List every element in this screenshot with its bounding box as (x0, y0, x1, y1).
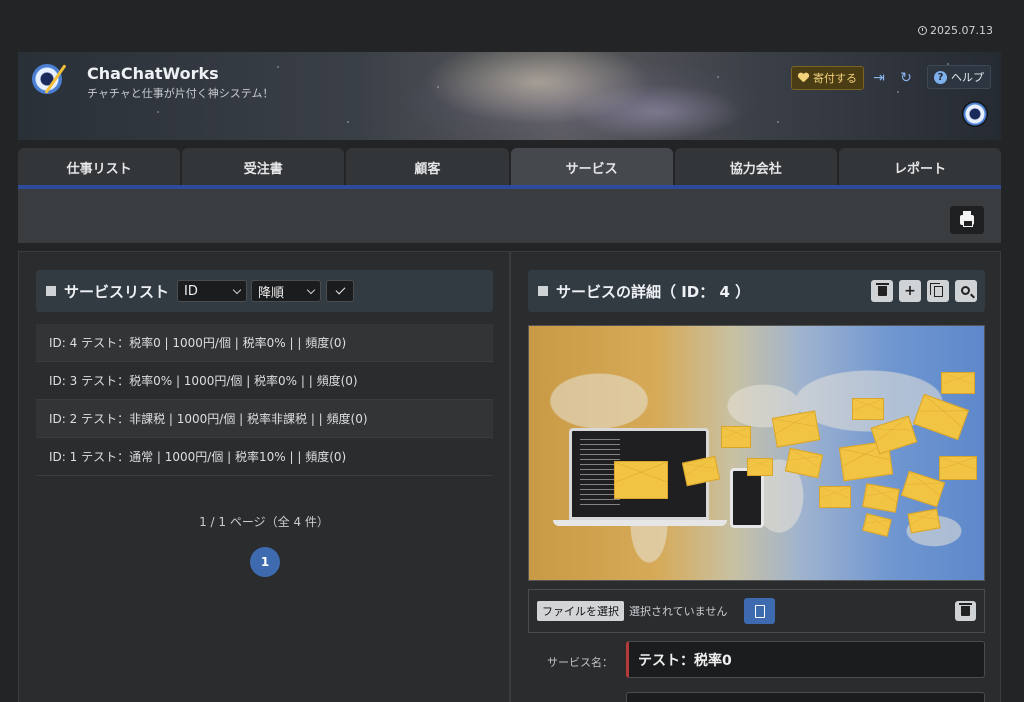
phone-graphic (730, 468, 764, 528)
tab-services[interactable]: サービス (510, 148, 673, 186)
service-list-header: サービスリスト ID 降順 (36, 270, 493, 312)
service-detail-title: サービスの詳細（ ID： 4 ） (556, 282, 751, 301)
date-text: 2025.07.13 (930, 24, 993, 37)
envelope-icon (614, 461, 668, 499)
envelope-icon (941, 372, 975, 394)
list-item[interactable]: ID: 4 テスト：税率0 | 1000円/個 | 税率0% | | 頻度(0) (36, 324, 493, 362)
clock-icon (918, 26, 928, 35)
list-item[interactable]: ID: 3 テスト：税率0% | 1000円/個 | 税率0% | | 頻度(0… (36, 362, 493, 400)
service-list: ID: 4 テスト：税率0 | 1000円/個 | 税率0% | | 頻度(0)… (36, 324, 493, 476)
donate-label: 寄付する (813, 72, 857, 85)
laptop-base-graphic (553, 520, 727, 526)
remove-file-button[interactable] (955, 601, 976, 621)
next-field-input[interactable] (626, 692, 985, 702)
search-button[interactable] (955, 280, 977, 302)
plus-icon: + (904, 283, 916, 299)
main-tabs: 仕事リスト 受注書 顧客 サービス 協力会社 レポート (18, 148, 1002, 186)
sort-field-value: ID (184, 283, 198, 299)
tab-job-list[interactable]: 仕事リスト (18, 148, 181, 186)
tab-partners[interactable]: 協力会社 (674, 148, 837, 186)
question-icon: ? (934, 70, 947, 84)
header-banner: ChaChatWorks チャチャと仕事が片付く神システム！ 寄付する ⇥ ↻ … (18, 52, 1001, 140)
copy-icon (929, 282, 943, 297)
print-button[interactable] (950, 206, 984, 234)
tab-order-form[interactable]: 受注書 (182, 148, 345, 186)
list-item[interactable]: ID: 1 テスト：通常 | 1000円/個 | 税率10% | | 頻度(0) (36, 438, 493, 476)
service-list-title: サービスリスト (64, 282, 170, 301)
square-icon (46, 286, 56, 296)
date-display: 2025.07.13 (918, 24, 993, 37)
donate-button[interactable]: 寄付する (791, 66, 864, 90)
tab-reports[interactable]: レポート (838, 148, 1002, 186)
upload-document-button[interactable] (744, 598, 775, 624)
add-button[interactable]: + (899, 280, 921, 302)
file-upload-bar: ファイルを選択 選択されていません (528, 589, 985, 633)
trash-icon (875, 283, 889, 296)
logout-icon[interactable]: ⇥ (869, 68, 889, 88)
delete-button[interactable] (871, 280, 893, 302)
refresh-icon[interactable]: ↻ (896, 68, 916, 88)
envelope-icon (721, 426, 751, 448)
envelope-icon (852, 398, 884, 420)
service-name-label: サービス名： (547, 656, 613, 669)
help-label: ヘルプ (951, 71, 984, 84)
envelope-icon (819, 486, 851, 508)
app-logo-icon[interactable] (32, 64, 62, 94)
duplicate-button[interactable] (927, 280, 949, 302)
search-icon (960, 285, 970, 295)
apply-sort-button[interactable] (326, 280, 355, 302)
page-button[interactable]: 1 (250, 547, 280, 577)
heart-icon (798, 73, 809, 83)
app-title: ChaChatWorks (87, 64, 219, 83)
trash-icon (959, 603, 972, 616)
service-detail-panel: サービスの詳細（ ID： 4 ） + ファイルを選択 選択されていません サービ… (510, 251, 1001, 702)
sort-order-value: 降順 (258, 285, 285, 301)
file-status: 選択されていません (629, 605, 728, 618)
sort-field-select[interactable]: ID (177, 280, 248, 302)
tab-customers[interactable]: 顧客 (346, 148, 509, 186)
chevron-down-icon (306, 285, 316, 294)
chevron-down-icon (232, 285, 242, 294)
service-image (528, 325, 985, 581)
choose-file-button[interactable]: ファイルを選択 (537, 601, 624, 621)
service-list-panel: サービスリスト ID 降順 ID: 4 テスト：税率0 | 1000円/個 | … (18, 251, 510, 702)
page-info: 1 / 1 ページ（全 4 件） (199, 515, 329, 529)
list-item[interactable]: ID: 2 テスト：非課税 | 1000円/個 | 税率非課税 | | 頻度(0… (36, 400, 493, 438)
document-icon (754, 604, 765, 618)
app-subtitle: チャチャと仕事が片付く神システム！ (87, 87, 274, 100)
user-avatar[interactable] (962, 101, 988, 127)
envelope-icon (747, 458, 773, 476)
printer-icon (960, 211, 974, 227)
service-name-input[interactable]: テスト：税率0 (626, 641, 985, 678)
envelope-icon (939, 456, 977, 480)
square-icon (538, 286, 548, 296)
toolbar (18, 189, 1001, 243)
sort-order-select[interactable]: 降順 (251, 280, 322, 302)
service-detail-header: サービスの詳細（ ID： 4 ） + (528, 270, 985, 312)
help-button[interactable]: ? ヘルプ (927, 65, 991, 89)
